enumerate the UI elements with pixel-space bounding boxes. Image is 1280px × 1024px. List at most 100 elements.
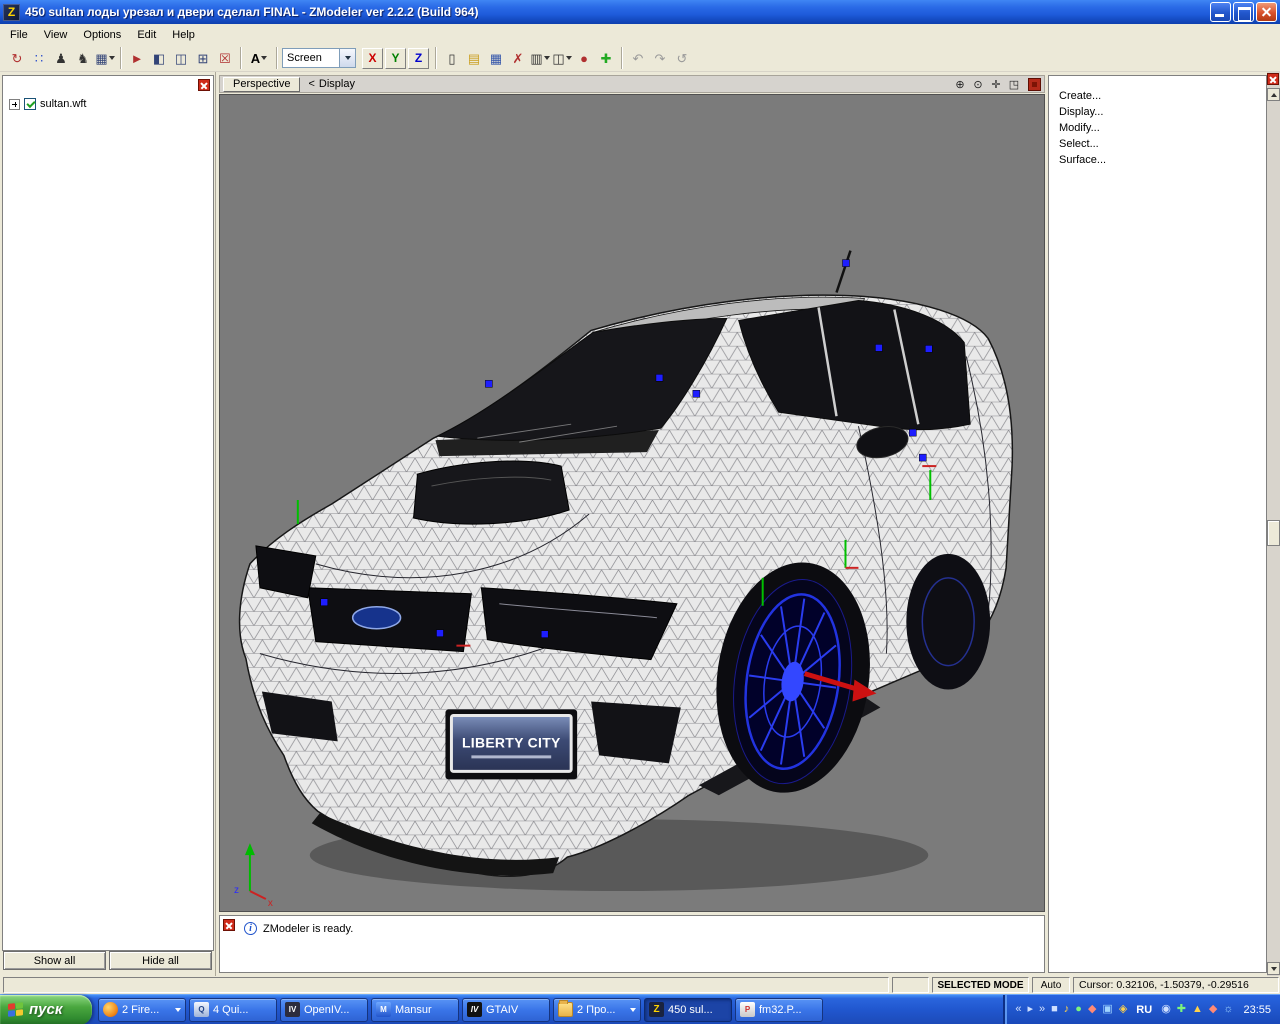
- volume-icon[interactable]: ♪: [1064, 1004, 1070, 1015]
- tray-app-3-icon[interactable]: ▲: [1192, 1004, 1203, 1015]
- menubar: File View Options Edit Help: [0, 24, 1280, 45]
- media-play-icon[interactable]: ▸: [1027, 1004, 1033, 1015]
- expand-plus-icon[interactable]: [9, 98, 20, 110]
- taskbar-button-qui[interactable]: Q 4 Qui...: [189, 997, 277, 1022]
- messenger-icon[interactable]: ●: [1075, 1004, 1082, 1015]
- taskbar-button-folder-group[interactable]: 2 Про...: [553, 997, 641, 1022]
- viewport-lock-button[interactable]: [1028, 77, 1041, 91]
- menu-file[interactable]: File: [2, 26, 36, 44]
- vertex-mode-button[interactable]: ∷: [28, 47, 50, 69]
- zoom-in-icon[interactable]: ⊕: [952, 77, 968, 92]
- zoom-select-icon[interactable]: ⊙: [970, 77, 986, 92]
- bone-tool-button[interactable]: ♟: [50, 47, 72, 69]
- figure-tool-button[interactable]: ♞: [72, 47, 94, 69]
- status-auto[interactable]: Auto: [1032, 977, 1070, 993]
- scene-tree-panel: sultan.wft Show all Hide all: [0, 72, 216, 976]
- show-all-button[interactable]: Show all: [3, 951, 106, 970]
- menu-display[interactable]: Display...: [1049, 104, 1266, 120]
- screen-mode-dropdown[interactable]: Screen: [282, 48, 356, 68]
- tray-app-2-icon[interactable]: ✚: [1177, 1004, 1186, 1015]
- status-mode: SELECTED MODE: [932, 977, 1029, 993]
- scene-tree[interactable]: sultan.wft: [2, 75, 214, 951]
- marker-tool-button[interactable]: ►: [126, 47, 148, 69]
- scrollbar-thumb[interactable]: [1267, 520, 1280, 546]
- save-file-button[interactable]: ▦: [485, 47, 507, 69]
- axis-x-button[interactable]: X: [362, 47, 383, 69]
- dropdown-arrow-icon[interactable]: [339, 49, 355, 67]
- font-tool-button[interactable]: A: [246, 47, 272, 69]
- grid-snap-button[interactable]: ▦: [94, 47, 116, 69]
- viewport-quad-button[interactable]: ⊞: [192, 47, 214, 69]
- delete-button[interactable]: ✗: [507, 47, 529, 69]
- media-stop-icon[interactable]: ■: [1051, 1004, 1058, 1015]
- viewport-delete-button[interactable]: ☒: [214, 47, 236, 69]
- menu-select[interactable]: Select...: [1049, 136, 1266, 152]
- axis-z-button[interactable]: Z: [408, 47, 429, 69]
- panel-close-icon[interactable]: [1267, 73, 1279, 85]
- maximize-button[interactable]: [1233, 2, 1254, 22]
- axis-y-button[interactable]: Y: [385, 47, 406, 69]
- taskbar-button-mansur[interactable]: M Mansur: [371, 997, 459, 1022]
- viewport-single-button[interactable]: ◧: [148, 47, 170, 69]
- right-scrollbar[interactable]: [1267, 72, 1280, 976]
- viewport-split-button[interactable]: ◫: [170, 47, 192, 69]
- scroll-up-icon[interactable]: [1267, 88, 1280, 101]
- start-button[interactable]: пуск: [0, 994, 92, 1024]
- viewport-3d-canvas[interactable]: LIBERTY CITY z x: [220, 95, 1044, 911]
- display-menu-label[interactable]: Display: [319, 78, 355, 90]
- paste-button[interactable]: ▥: [529, 47, 551, 69]
- license-plate-text: LIBERTY CITY: [462, 734, 561, 750]
- perspective-button[interactable]: Perspective: [223, 76, 301, 92]
- vertex-icon: ∷: [34, 50, 44, 66]
- menu-options[interactable]: Options: [75, 26, 129, 44]
- menu-edit[interactable]: Edit: [129, 26, 164, 44]
- menu-create[interactable]: Create...: [1049, 88, 1266, 104]
- tray-app-5-icon[interactable]: ☼: [1223, 1004, 1233, 1015]
- minimize-button[interactable]: [1210, 2, 1231, 22]
- taskbar-button-gtaiv[interactable]: IV GTAIV: [462, 997, 550, 1022]
- visibility-checkbox[interactable]: [24, 98, 36, 110]
- tree-item-sultan[interactable]: sultan.wft: [9, 98, 86, 110]
- record-button[interactable]: ●: [573, 47, 595, 69]
- group-expand-icon: [630, 1007, 636, 1012]
- media-rewind-icon[interactable]: «: [1015, 1004, 1021, 1015]
- taskbar-clock[interactable]: 23:55: [1243, 1004, 1271, 1016]
- log-close-icon[interactable]: [223, 919, 235, 931]
- output-log[interactable]: i ZModeler is ready.: [219, 915, 1045, 973]
- rotate-tool-button[interactable]: ↻: [6, 47, 28, 69]
- commands-panel: Create... Display... Modify... Select...…: [1048, 72, 1267, 976]
- history-button[interactable]: ↺: [671, 47, 693, 69]
- pan-icon[interactable]: ✛: [988, 77, 1004, 92]
- copy-button[interactable]: ◫: [551, 47, 573, 69]
- redo-button[interactable]: ↷: [649, 47, 671, 69]
- perspective-viewport[interactable]: LIBERTY CITY z x: [219, 94, 1045, 912]
- open-file-button[interactable]: ▤: [463, 47, 485, 69]
- copy-icon: ◫: [552, 50, 565, 66]
- media-forward-icon[interactable]: »: [1039, 1004, 1045, 1015]
- bone-icon: ♟: [55, 50, 67, 66]
- new-file-button[interactable]: ▯: [441, 47, 463, 69]
- close-button[interactable]: [1256, 2, 1277, 22]
- taskbar-button-zmodeler-active[interactable]: Z 450 sul...: [644, 997, 732, 1022]
- tray-app-4-icon[interactable]: ◆: [1209, 1004, 1217, 1015]
- car-model[interactable]: LIBERTY CITY: [238, 250, 1014, 877]
- antivirus-icon[interactable]: ◆: [1088, 1004, 1096, 1015]
- taskbar-button-firefox[interactable]: 2 Fire...: [98, 997, 186, 1022]
- menu-view[interactable]: View: [36, 26, 76, 44]
- taskbar-button-openiv[interactable]: IV OpenIV...: [280, 997, 368, 1022]
- maximize-view-icon[interactable]: ◳: [1006, 77, 1022, 92]
- view-back-arrow[interactable]: <: [308, 78, 314, 90]
- panel-close-icon[interactable]: [198, 79, 210, 91]
- menu-help[interactable]: Help: [164, 26, 203, 44]
- undo-button[interactable]: ↶: [627, 47, 649, 69]
- hide-all-button[interactable]: Hide all: [109, 951, 212, 970]
- scroll-down-icon[interactable]: [1267, 962, 1280, 975]
- menu-surface[interactable]: Surface...: [1049, 152, 1266, 168]
- taskbar-button-fm32[interactable]: P fm32.P...: [735, 997, 823, 1022]
- menu-modify[interactable]: Modify...: [1049, 120, 1266, 136]
- network-icon[interactable]: ▣: [1102, 1004, 1112, 1015]
- language-indicator[interactable]: RU: [1133, 1004, 1155, 1016]
- tray-app-1-icon[interactable]: ◉: [1161, 1004, 1171, 1015]
- update-icon[interactable]: ◈: [1119, 1004, 1127, 1015]
- plugins-button[interactable]: ✚: [595, 47, 617, 69]
